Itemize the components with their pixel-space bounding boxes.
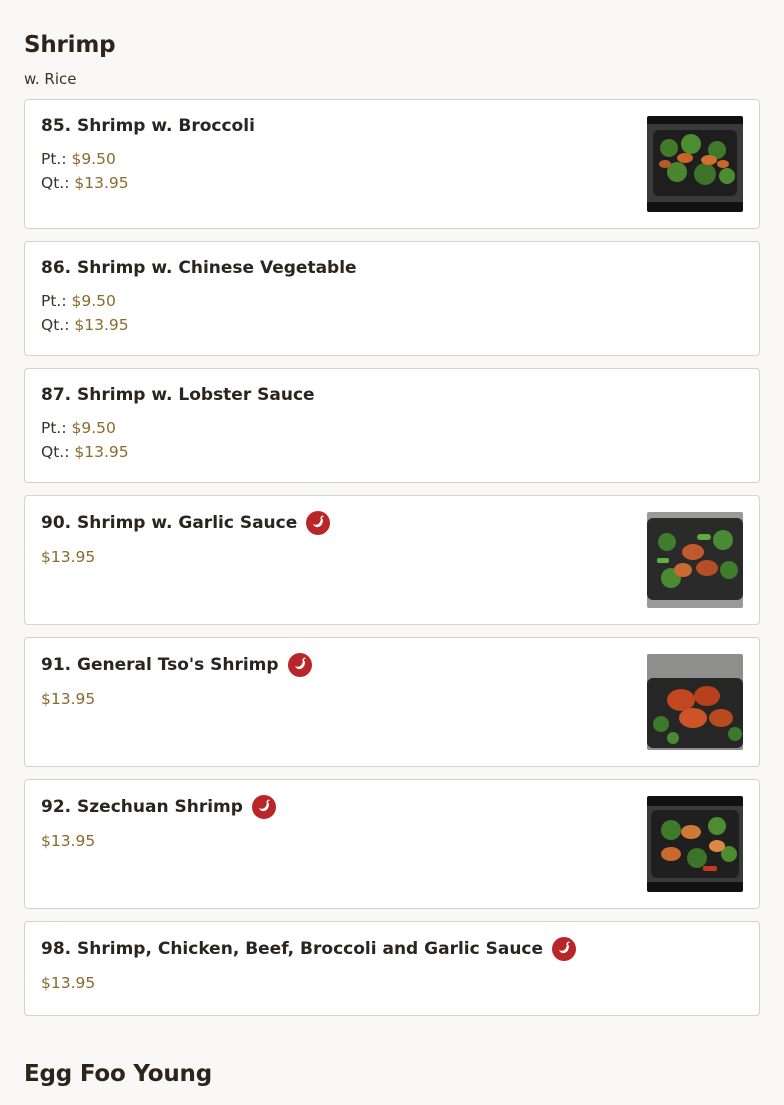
item-name: 85. Shrimp w. Broccoli	[41, 116, 255, 136]
quart-label: Qt.:	[41, 316, 70, 334]
item-price: $13.95	[41, 974, 96, 992]
pint-label: Pt.:	[41, 419, 67, 437]
quart-label: Qt.:	[41, 443, 70, 461]
section-subtitle: w. Rice	[24, 70, 77, 88]
quart-price: $13.95	[74, 443, 129, 461]
section-title: Shrimp	[24, 32, 116, 58]
menu-item-card[interactable]: 87. Shrimp w. Lobster Sauce Pt.: $9.50 Q…	[24, 368, 760, 483]
pint-price: $9.50	[71, 292, 116, 310]
item-photo[interactable]	[647, 654, 743, 750]
item-prices: $13.95	[41, 545, 743, 569]
item-photo[interactable]	[647, 796, 743, 892]
item-prices: Pt.: $9.50 Qt.: $13.95	[41, 289, 743, 337]
menu-item-card[interactable]: 91. General Tso's Shrimp $13.95	[24, 637, 760, 767]
quart-price: $13.95	[74, 316, 129, 334]
pint-label: Pt.:	[41, 150, 67, 168]
item-photo[interactable]	[647, 116, 743, 212]
item-name: 90. Shrimp w. Garlic Sauce	[41, 511, 743, 535]
quart-price: $13.95	[74, 174, 129, 192]
item-prices: Pt.: $9.50 Qt.: $13.95	[41, 416, 743, 464]
menu-item-list: 85. Shrimp w. Broccoli Pt.: $9.50 Qt.: $…	[24, 99, 760, 1016]
pint-label: Pt.:	[41, 292, 67, 310]
item-name: 87. Shrimp w. Lobster Sauce	[41, 385, 315, 405]
shrimp-section: Shrimp w. Rice 85. Shrimp w. Broccoli Pt…	[0, 0, 784, 1088]
menu-item-card[interactable]: 85. Shrimp w. Broccoli Pt.: $9.50 Qt.: $…	[24, 99, 760, 229]
hot-pepper-icon	[251, 795, 276, 819]
item-prices: $13.95	[41, 687, 743, 711]
next-section-title: Egg Foo Young	[24, 1061, 212, 1087]
menu-item-card[interactable]: 92. Szechuan Shrimp $13.95	[24, 779, 760, 909]
menu-item-card[interactable]: 90. Shrimp w. Garlic Sauce $13.95	[24, 495, 760, 625]
item-price: $13.95	[41, 690, 96, 708]
item-prices: $13.95	[41, 829, 743, 853]
item-name: 91. General Tso's Shrimp	[41, 653, 743, 677]
quart-label: Qt.:	[41, 174, 70, 192]
item-prices: $13.95	[41, 971, 743, 995]
item-name: 98. Shrimp, Chicken, Beef, Broccoli and …	[41, 937, 743, 961]
item-prices: Pt.: $9.50 Qt.: $13.95	[41, 147, 743, 195]
item-photo[interactable]	[647, 512, 743, 608]
hot-pepper-icon	[552, 937, 577, 961]
item-price: $13.95	[41, 548, 96, 566]
pint-price: $9.50	[71, 150, 116, 168]
hot-pepper-icon	[306, 511, 331, 535]
item-price: $13.95	[41, 832, 96, 850]
pint-price: $9.50	[71, 419, 116, 437]
item-name: 92. Szechuan Shrimp	[41, 795, 743, 819]
hot-pepper-icon	[287, 653, 312, 677]
menu-item-card[interactable]: 86. Shrimp w. Chinese Vegetable Pt.: $9.…	[24, 241, 760, 356]
item-name: 86. Shrimp w. Chinese Vegetable	[41, 258, 357, 278]
menu-item-card[interactable]: 98. Shrimp, Chicken, Beef, Broccoli and …	[24, 921, 760, 1016]
